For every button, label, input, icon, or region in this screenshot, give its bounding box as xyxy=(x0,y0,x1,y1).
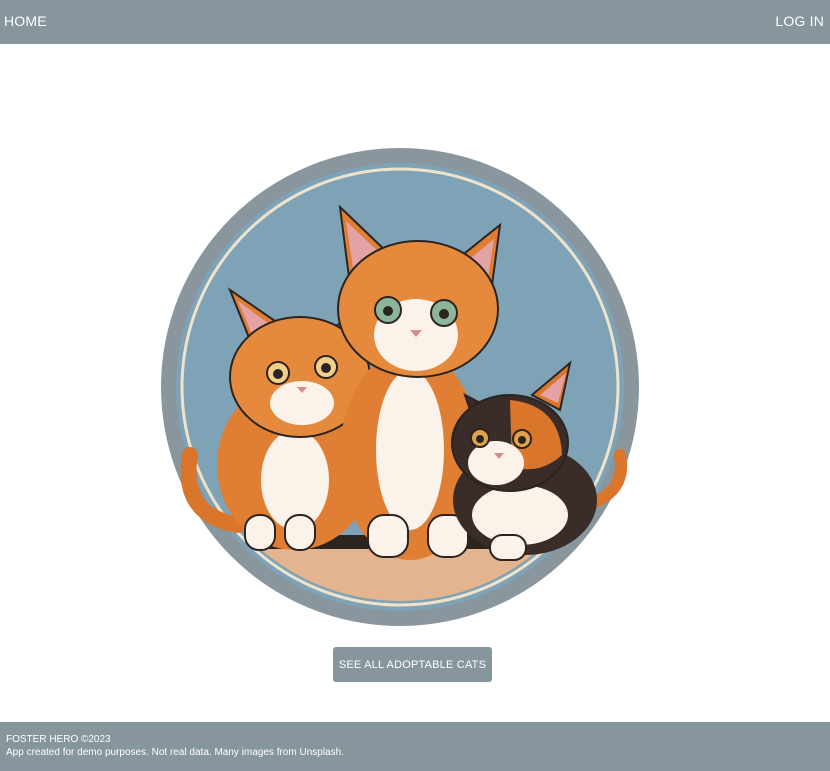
logo-title: FOSTER HERO xyxy=(176,95,623,103)
login-link[interactable]: LOG IN xyxy=(775,13,824,29)
footer: FOSTER HERO ©2023 App created for demo p… xyxy=(0,722,830,771)
top-navbar: HOME LOG IN xyxy=(0,0,830,44)
see-all-adoptable-cats-button[interactable]: SEE ALL ADOPTABLE CATS xyxy=(333,647,492,682)
footer-copyright: FOSTER HERO ©2023 xyxy=(6,734,111,745)
foster-hero-logo: FOSTER HERO xyxy=(160,95,640,630)
footer-disclaimer: App created for demo purposes. Not real … xyxy=(6,747,344,758)
home-link[interactable]: HOME xyxy=(4,13,47,29)
